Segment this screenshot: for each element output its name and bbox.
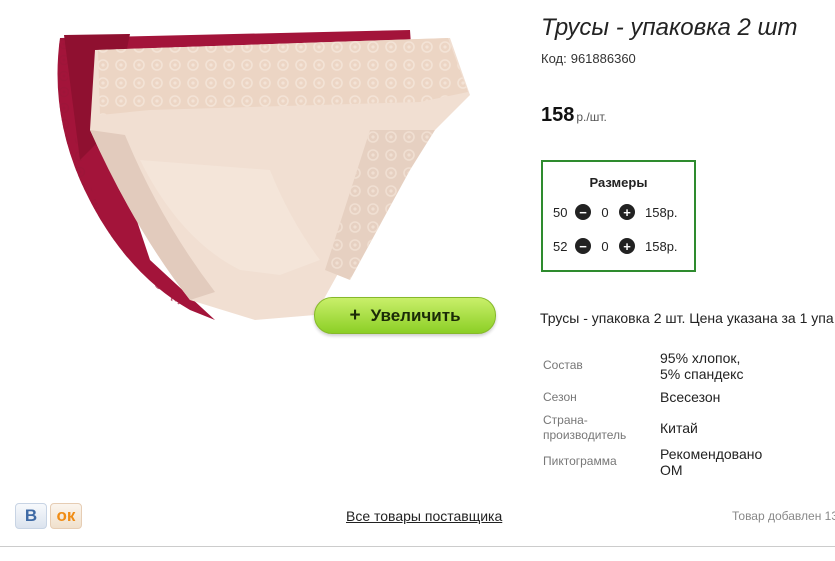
plus-icon[interactable]: +	[619, 204, 635, 220]
plus-icon: +	[349, 304, 361, 326]
sizes-heading: Размеры	[589, 175, 648, 190]
vk-icon: В	[24, 506, 38, 525]
size-label: 52	[553, 238, 568, 254]
spec-key: Состав	[543, 358, 583, 372]
product-price: 158 р./шт.	[541, 104, 607, 127]
zoom-button-label: Увеличить	[370, 305, 461, 325]
divider	[0, 546, 835, 547]
odnoklassniki-icon: ок	[56, 506, 76, 525]
size-label: 50	[553, 204, 568, 220]
product-description: Трусы - упаковка 2 шт. Цена указана за 1…	[540, 310, 834, 326]
price-value: 158	[541, 104, 575, 126]
minus-icon[interactable]: −	[575, 238, 591, 254]
vk-share-button[interactable]: В	[15, 503, 47, 529]
product-image[interactable]	[40, 20, 480, 325]
plus-icon[interactable]: +	[619, 238, 635, 254]
product-code: Код: 961886360	[541, 51, 636, 66]
spec-value: 95% хлопок, 5% спандекс	[660, 350, 744, 382]
ok-share-button[interactable]: ок	[50, 503, 82, 529]
social-share: В ок	[15, 503, 82, 529]
product-code-value: 961886360	[570, 51, 636, 66]
size-price: 158р.	[645, 238, 678, 254]
added-date-text: Товар добавлен 13	[732, 509, 835, 523]
spec-value: Рекомендовано ОМ	[660, 446, 763, 478]
quantity-value[interactable]: 0	[591, 205, 619, 220]
spec-key: Пиктограмма	[543, 454, 617, 468]
spec-value: Китай	[660, 420, 698, 436]
size-price: 158р.	[645, 204, 678, 220]
price-unit: р./шт.	[576, 110, 607, 124]
sizes-panel: Размеры 50 − 0 + 158р. 52 − 0 + 158р.	[541, 160, 696, 272]
minus-icon[interactable]: −	[575, 204, 591, 220]
quantity-value[interactable]: 0	[591, 239, 619, 254]
spec-key: Сезон	[543, 390, 577, 404]
product-title: Трусы - упаковка 2 шт	[541, 14, 798, 41]
size-row: 52 − 0 + 158р.	[553, 236, 678, 256]
zoom-button[interactable]: + Увеличить	[314, 297, 496, 334]
product-code-label: Код:	[541, 51, 567, 66]
all-supplier-goods-link[interactable]: Все товары поставщика	[346, 508, 502, 524]
spec-value: Всесезон	[660, 389, 721, 405]
spec-key: Страна- производитель	[543, 413, 627, 442]
size-row: 50 − 0 + 158р.	[553, 202, 678, 222]
